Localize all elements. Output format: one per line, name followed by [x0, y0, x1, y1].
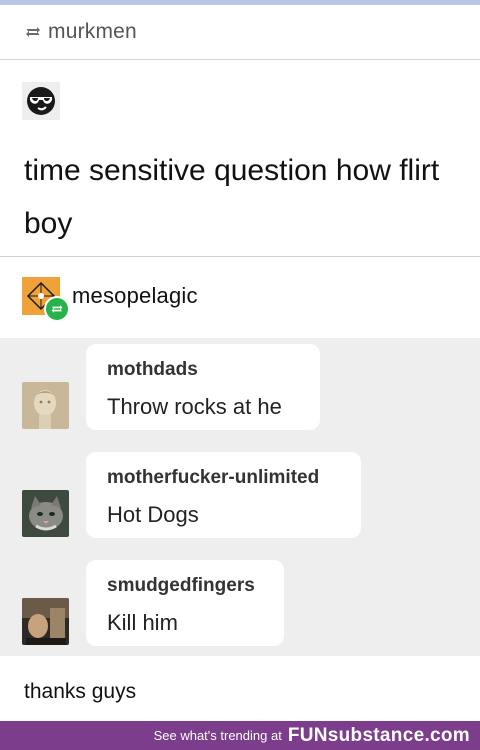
reply-username[interactable]: mothdads [107, 359, 198, 381]
cat-avatar[interactable] [22, 490, 69, 537]
reply-bubble: smudgedfingers Kill him [86, 560, 284, 646]
reblog-blog-name[interactable]: mesopelagic [72, 283, 198, 309]
reply-message: Hot Dogs [107, 502, 199, 527]
footer-text: thanks guys [24, 680, 137, 703]
photo-avatar[interactable] [22, 598, 69, 645]
reply-bubble: motherfucker-unlimited Hot Dogs [86, 452, 361, 538]
trending-banner[interactable]: See what's trending at FUNsubstance.com [0, 721, 480, 750]
reblog-icon [24, 23, 42, 41]
banner-lead-text: See what's trending at [153, 728, 282, 743]
reply-bubble: mothdads Throw rocks at he [86, 344, 320, 430]
statue-avatar[interactable] [22, 382, 69, 429]
reply-message: Throw rocks at he [107, 394, 282, 419]
original-post: time sensitive question how flirt boy [0, 60, 480, 257]
post-text: time sensitive question how flirt boy [24, 154, 440, 240]
sunglasses-face-icon[interactable] [22, 82, 60, 120]
reblog-blog-header: mesopelagic [0, 257, 480, 337]
replies-section: mothdads Throw rocks at he motherfucker-… [0, 338, 480, 656]
reply-username[interactable]: smudgedfingers [107, 575, 255, 597]
reply-message: Kill him [107, 610, 178, 635]
banner-brand[interactable]: FUNsubstance.com [288, 725, 470, 747]
reblog-header: murkmen [0, 5, 480, 60]
reblog-username[interactable]: murkmen [48, 20, 137, 44]
reply-username[interactable]: motherfucker-unlimited [107, 467, 319, 489]
reblog-icon [44, 296, 70, 322]
